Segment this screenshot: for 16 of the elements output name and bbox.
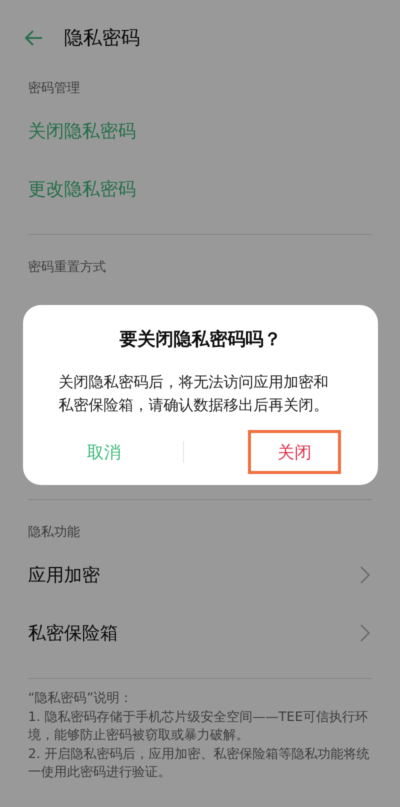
chevron-icon: [360, 566, 370, 584]
section-title: 密码重置方式: [27, 259, 106, 277]
dialog-message: 关闭隐私密码后，将无法访问应用加密和私密保险箱，请确认数据移出后再关闭。: [58, 372, 330, 416]
settings-item[interactable]: 应用加密: [28, 563, 100, 587]
settings-item[interactable]: 私密保险箱: [28, 621, 118, 645]
section-title: 隐私功能: [27, 524, 80, 542]
page-title: 隐私密码: [64, 26, 140, 51]
back-icon[interactable]: [24, 28, 44, 48]
close-button[interactable]: 关闭: [248, 430, 341, 474]
notes-title: “隐私密码”说明：: [28, 690, 134, 708]
chevron-icon: [360, 624, 370, 642]
section-title: 密码管理: [27, 80, 80, 98]
cancel-button[interactable]: 取消: [57, 430, 150, 474]
dialog-title: 要关闭隐私密码吗？: [120, 328, 282, 352]
notes-paragraph: 2. 开启隐私密码后，应用加密、私密保险箱等隐私功能将统一使用此密码进行验证。: [28, 746, 371, 782]
notes-paragraph: 1. 隐私密码存储于手机芯片级安全空间——TEE可信执行环境，能够防止密码被窃取或暴力破解。: [28, 708, 369, 745]
